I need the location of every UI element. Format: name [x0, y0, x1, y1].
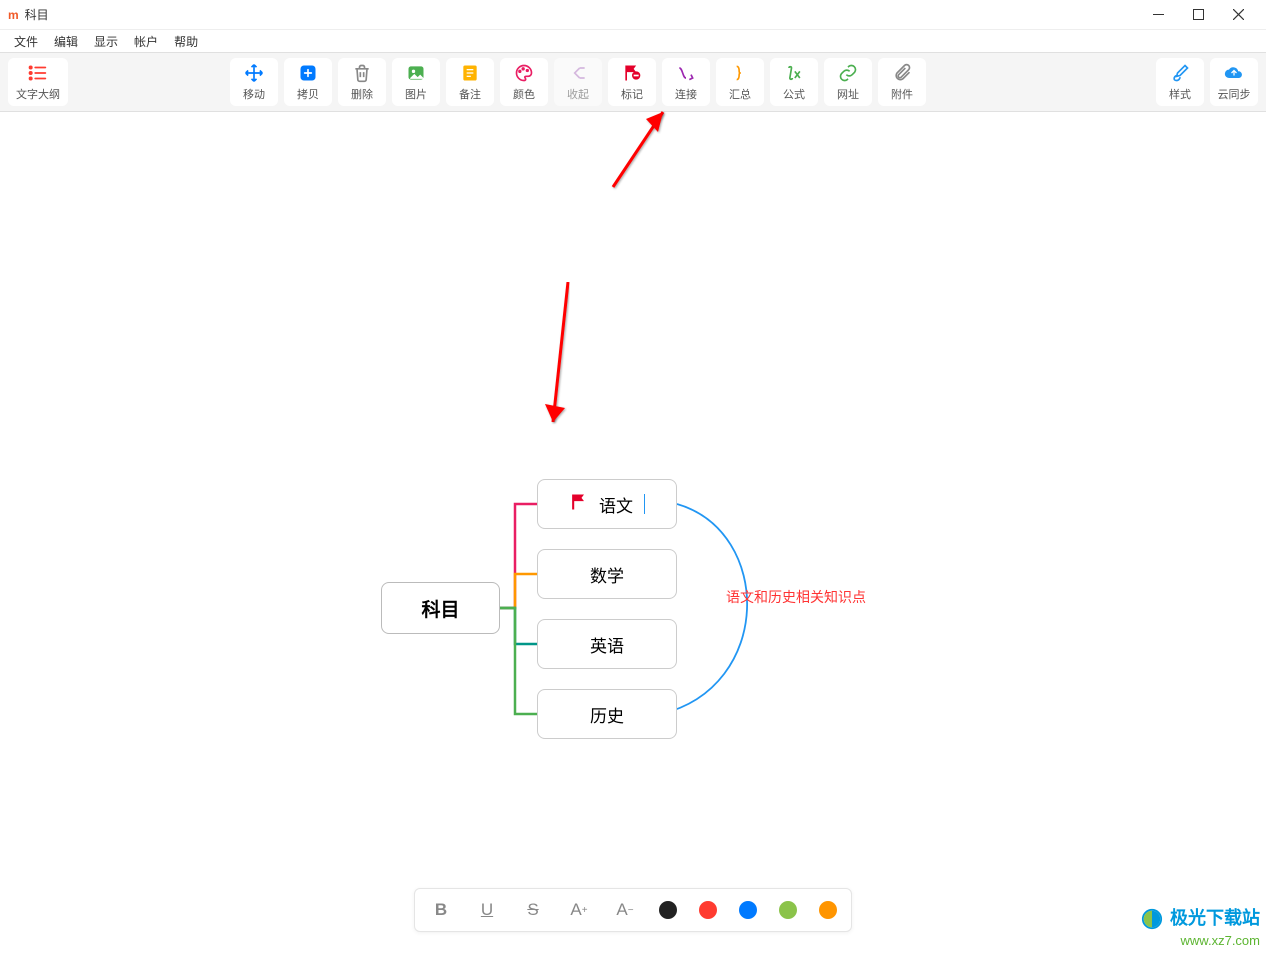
flag-mark-icon	[569, 492, 589, 517]
attachment-label: 附件	[891, 86, 913, 102]
watermark: 极光下载站 www.xz7.com	[1141, 908, 1260, 949]
connect-icon	[675, 62, 697, 84]
collapse-icon	[567, 62, 589, 84]
list-icon	[27, 62, 49, 84]
menu-bar: 文件 编辑 显示 帐户 帮助	[0, 30, 1266, 52]
outline-button[interactable]: 文字大纲	[8, 58, 68, 106]
color-label: 颜色	[513, 86, 535, 102]
watermark-logo-icon	[1141, 908, 1163, 933]
toolbar: 文字大纲 移动 拷贝 删除 图片	[0, 52, 1266, 112]
style-label: 样式	[1169, 86, 1191, 102]
sync-label: 云同步	[1218, 86, 1251, 102]
collapse-label: 收起	[567, 86, 589, 102]
close-button[interactable]	[1218, 0, 1258, 30]
relation-label[interactable]: 语文和历史相关知识点	[726, 587, 866, 607]
summary-button[interactable]: 汇总	[716, 58, 764, 106]
menu-file[interactable]: 文件	[6, 31, 46, 52]
toolbar-main-group: 移动 拷贝 删除 图片 备注	[230, 58, 926, 106]
mindmap-child-node-2[interactable]: 数学	[537, 549, 677, 599]
menu-help[interactable]: 帮助	[166, 31, 206, 52]
color-black[interactable]	[659, 901, 677, 919]
font-decrease-button[interactable]: A−	[613, 898, 637, 922]
formula-button[interactable]: 公式	[770, 58, 818, 106]
mindmap-child-node-3[interactable]: 英语	[537, 619, 677, 669]
paperclip-icon	[891, 62, 913, 84]
child-node-4-text: 历史	[590, 702, 624, 727]
url-label: 网址	[837, 86, 859, 102]
image-button[interactable]: 图片	[392, 58, 440, 106]
style-button[interactable]: 样式	[1156, 58, 1204, 106]
mindmap-child-node-4[interactable]: 历史	[537, 689, 677, 739]
color-button[interactable]: 颜色	[500, 58, 548, 106]
bold-button[interactable]: B	[429, 898, 453, 922]
minimize-button[interactable]	[1138, 0, 1178, 30]
strike-button[interactable]: S	[521, 898, 545, 922]
maximize-button[interactable]	[1178, 0, 1218, 30]
move-icon	[243, 62, 265, 84]
underline-button[interactable]: U	[475, 898, 499, 922]
mark-button[interactable]: 标记	[608, 58, 656, 106]
note-label: 备注	[459, 86, 481, 102]
child-node-3-text: 英语	[590, 632, 624, 657]
note-icon	[459, 62, 481, 84]
brace-icon	[729, 62, 751, 84]
brush-icon	[1169, 62, 1191, 84]
copy-label: 拷贝	[297, 86, 319, 102]
attachment-button[interactable]: 附件	[878, 58, 926, 106]
menu-display[interactable]: 显示	[86, 31, 126, 52]
palette-icon	[513, 62, 535, 84]
image-icon	[405, 62, 427, 84]
color-orange[interactable]	[819, 901, 837, 919]
format-bar: B U S A+ A−	[414, 888, 852, 932]
watermark-line1: 极光下载站	[1170, 908, 1260, 928]
window-controls	[1138, 0, 1258, 30]
color-green[interactable]	[779, 901, 797, 919]
child-node-2-text: 数学	[590, 562, 624, 587]
text-cursor	[644, 494, 645, 514]
connect-button[interactable]: 连接	[662, 58, 710, 106]
delete-label: 删除	[351, 86, 373, 102]
mindmap-child-node-1[interactable]: 语文	[537, 479, 677, 529]
link-icon	[837, 62, 859, 84]
title-bar: m 科目	[0, 0, 1266, 30]
cloud-icon	[1223, 62, 1245, 84]
font-dec-text: A	[616, 900, 627, 920]
font-inc-text: A	[570, 900, 581, 920]
connect-label: 连接	[675, 86, 697, 102]
move-label: 移动	[243, 86, 265, 102]
copy-icon	[297, 62, 319, 84]
color-red[interactable]	[699, 901, 717, 919]
mark-label: 标记	[621, 86, 643, 102]
child-node-1-text: 语文	[599, 492, 633, 517]
sync-button[interactable]: 云同步	[1210, 58, 1258, 106]
note-button[interactable]: 备注	[446, 58, 494, 106]
formula-label: 公式	[783, 86, 805, 102]
window-title: 科目	[25, 6, 49, 23]
root-node-text: 科目	[421, 595, 459, 622]
url-button[interactable]: 网址	[824, 58, 872, 106]
copy-button[interactable]: 拷贝	[284, 58, 332, 106]
image-label: 图片	[405, 86, 427, 102]
canvas[interactable]: 科目 语文 数学 英语 历史 语文和历史相关知识点 B U S A+ A−	[3, 112, 1263, 950]
color-blue[interactable]	[739, 901, 757, 919]
mindmap-root-node[interactable]: 科目	[381, 582, 500, 634]
font-increase-button[interactable]: A+	[567, 898, 591, 922]
formula-icon	[783, 62, 805, 84]
flag-icon	[621, 62, 643, 84]
outline-label: 文字大纲	[16, 86, 60, 102]
delete-button[interactable]: 删除	[338, 58, 386, 106]
watermark-line2: www.xz7.com	[1141, 933, 1260, 949]
toolbar-right-group: 样式 云同步	[1156, 58, 1258, 106]
app-icon: m	[8, 8, 19, 22]
menu-edit[interactable]: 编辑	[46, 31, 86, 52]
move-button[interactable]: 移动	[230, 58, 278, 106]
menu-account[interactable]: 帐户	[126, 31, 166, 52]
summary-label: 汇总	[729, 86, 751, 102]
collapse-button[interactable]: 收起	[554, 58, 602, 106]
trash-icon	[351, 62, 373, 84]
